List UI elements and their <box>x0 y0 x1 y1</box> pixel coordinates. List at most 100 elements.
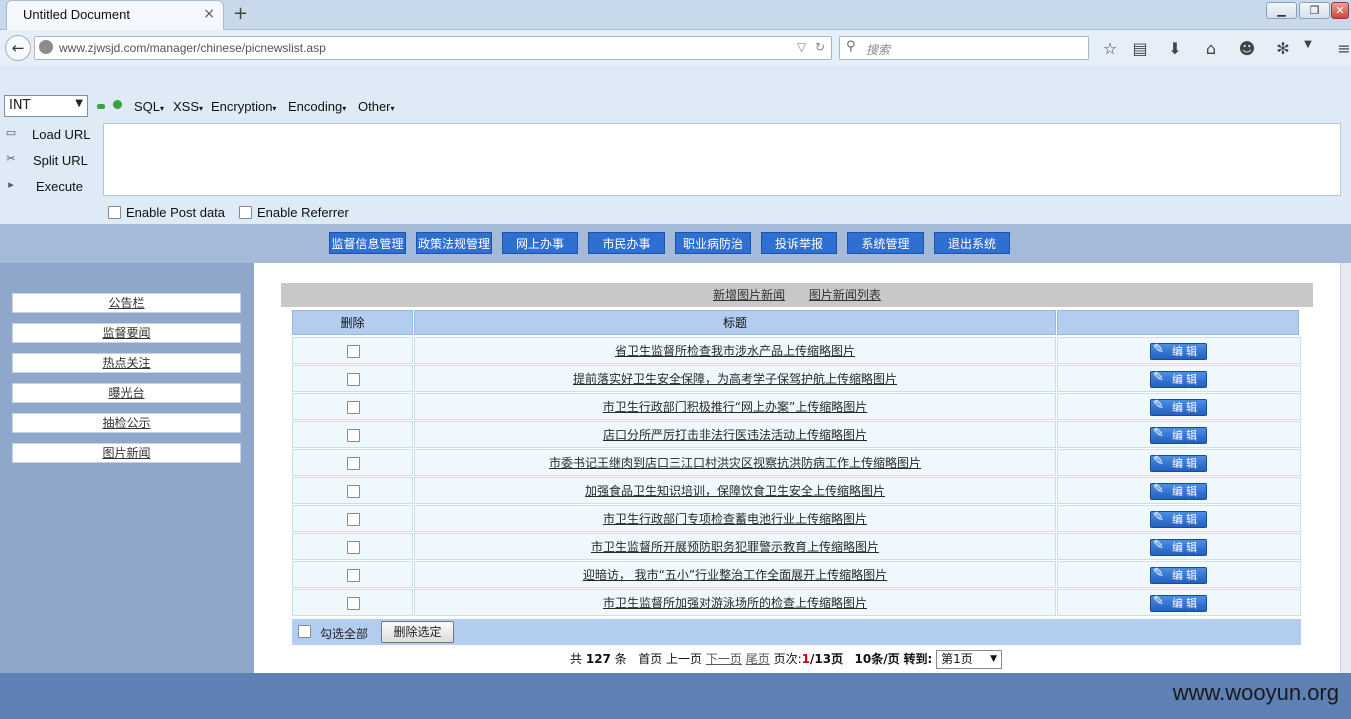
nav-supervision-info[interactable]: 监督信息管理 <box>329 232 406 254</box>
execute-label: Execute <box>36 179 83 194</box>
row-title-link[interactable]: 省卫生监督所检查我市涉水产品上传缩略图片 <box>414 337 1056 364</box>
row-checkbox[interactable] <box>347 429 360 442</box>
execute-button[interactable]: ▸ Execute <box>0 176 100 198</box>
row-title-link[interactable]: 市卫生监督所开展预防职务犯罪警示教育上传缩略图片 <box>414 533 1056 560</box>
chat-icon[interactable]: ☻ <box>1236 39 1258 58</box>
edit-button[interactable]: ✎ 编辑 <box>1150 342 1207 360</box>
url-bar[interactable]: www.zjwsjd.com/manager/chinese/picnewsli… <box>34 36 832 60</box>
url-text[interactable]: www.zjwsjd.com/manager/chinese/picnewsli… <box>59 41 326 55</box>
tab-close-icon[interactable]: × <box>203 6 215 22</box>
encoding-menu[interactable]: Encoding▾ <box>288 99 346 114</box>
row-checkbox[interactable] <box>347 457 360 470</box>
checkbox-box[interactable] <box>239 206 252 219</box>
caret-icon: ▾ <box>342 104 347 113</box>
action-links-bar: 新增图片新闻 图片新闻列表 <box>281 283 1313 307</box>
load-url-label: Load URL <box>32 127 91 142</box>
nav-policy-regulations[interactable]: 政策法规管理 <box>416 232 492 254</box>
picture-news-list-link[interactable]: 图片新闻列表 <box>809 288 881 302</box>
select-all-checkbox[interactable] <box>298 625 311 638</box>
extension-bug-icon[interactable]: ✻ <box>1272 39 1294 58</box>
row-title-link[interactable]: 店口分所严厉打击非法行医违法活动上传缩略图片 <box>414 421 1056 448</box>
row-title-link[interactable]: 提前落实好卫生安全保障，为高考学子保驾护航上传缩略图片 <box>414 365 1056 392</box>
total-prefix: 共 <box>570 652 583 666</box>
row-title-link[interactable]: 迎暗访， 我市“五小”行业整治工作全面展开上传缩略图片 <box>414 561 1056 588</box>
next-page-link[interactable]: 下一页 <box>706 652 742 666</box>
row-checkbox[interactable] <box>347 513 360 526</box>
row-delete-cell <box>292 393 413 420</box>
row-title-link[interactable]: 市委书记王继肉到店口三江口村洪灾区视察抗洪防病工作上传缩略图片 <box>414 449 1056 476</box>
menu-hamburger-icon[interactable]: ≡ <box>1333 39 1351 58</box>
edit-button[interactable]: ✎ 编辑 <box>1150 370 1207 388</box>
sidebar-item-exposure[interactable]: 曝光台 <box>12 383 241 403</box>
split-url-button[interactable]: ✂ Split URL <box>0 150 100 172</box>
header-actions <box>1057 310 1299 335</box>
pagination: 共 127 条 首页 上一页 下一页 尾页 页次:1/13页 10条/页 转到:… <box>570 650 1003 669</box>
row-checkbox[interactable] <box>347 597 360 610</box>
sidebar-item-hot-topics[interactable]: 热点关注 <box>12 353 241 373</box>
edit-button[interactable]: ✎ 编辑 <box>1150 482 1207 500</box>
edit-button[interactable]: ✎ 编辑 <box>1150 594 1207 612</box>
row-checkbox[interactable] <box>347 569 360 582</box>
delete-selected-button[interactable]: 删除选定 <box>381 621 454 643</box>
goto-page-select[interactable]: 第1页 ▼ <box>936 650 1003 669</box>
close-window-button[interactable]: ✕ <box>1331 2 1349 19</box>
browser-tab[interactable]: Untitled Document × <box>6 0 224 30</box>
sidebar-item-inspection[interactable]: 抽检公示 <box>12 413 241 433</box>
table-row: 市卫生行政部门积极推行“网上办案”上传缩略图片 ✎ 编辑 <box>292 393 1301 421</box>
row-checkbox[interactable] <box>347 345 360 358</box>
reader-list-icon[interactable]: ▤ <box>1129 39 1151 58</box>
url-dropdown-icon[interactable]: ▽ <box>797 40 806 54</box>
nav-logout[interactable]: 退出系统 <box>934 232 1010 254</box>
enable-post-data-checkbox[interactable]: Enable Post data <box>108 205 225 220</box>
checkbox-box[interactable] <box>108 206 121 219</box>
increase-icon[interactable] <box>113 100 122 109</box>
row-checkbox[interactable] <box>347 373 360 386</box>
add-picture-news-link[interactable]: 新增图片新闻 <box>713 288 785 302</box>
edit-button[interactable]: ✎ 编辑 <box>1150 510 1207 528</box>
url-textarea[interactable] <box>103 123 1341 196</box>
load-url-button[interactable]: ▭ Load URL <box>0 124 100 146</box>
sidebar-item-bulletin[interactable]: 公告栏 <box>12 293 241 313</box>
nav-citizen-services[interactable]: 市民办事 <box>588 232 665 254</box>
row-title-link[interactable]: 市卫生行政部门积极推行“网上办案”上传缩略图片 <box>414 393 1056 420</box>
row-title-link[interactable]: 加强食品卫生知识培训，保障饮食卫生安全上传缩略图片 <box>414 477 1056 504</box>
last-page-link[interactable]: 尾页 <box>746 652 770 666</box>
table-footer: 勾选全部 删除选定 <box>292 619 1301 645</box>
row-checkbox[interactable] <box>347 401 360 414</box>
row-checkbox[interactable] <box>347 485 360 498</box>
nav-occupational-disease[interactable]: 职业病防治 <box>675 232 751 254</box>
search-bar[interactable]: ⚲ 搜索 <box>839 36 1089 60</box>
hackbar-panel: INT ▼ SQL▾ XSS▾ Encryption▾ Encoding▾ Ot… <box>0 66 1351 224</box>
restore-button[interactable]: ❐ <box>1299 2 1330 19</box>
nav-complaints[interactable]: 投诉举报 <box>761 232 837 254</box>
reload-icon[interactable]: ↻ <box>815 40 825 54</box>
minimize-button[interactable]: ▁ <box>1266 2 1297 19</box>
edit-button[interactable]: ✎ 编辑 <box>1150 538 1207 556</box>
sidebar-item-supervision-news[interactable]: 监督要闻 <box>12 323 241 343</box>
table-body: 省卫生监督所检查我市涉水产品上传缩略图片 ✎ 编辑 提前落实好卫生安全保障，为高考学子… <box>292 337 1301 617</box>
scrollbar[interactable] <box>1340 263 1351 673</box>
xss-menu[interactable]: XSS▾ <box>173 99 203 114</box>
edit-button[interactable]: ✎ 编辑 <box>1150 454 1207 472</box>
nav-system-management[interactable]: 系统管理 <box>847 232 924 254</box>
home-icon[interactable]: ⌂ <box>1200 39 1222 58</box>
enable-referrer-checkbox[interactable]: Enable Referrer <box>239 205 349 220</box>
decrease-icon[interactable] <box>97 104 105 109</box>
encryption-menu[interactable]: Encryption▾ <box>211 99 276 114</box>
back-arrow-icon[interactable]: ← <box>5 35 31 61</box>
chevron-down-icon[interactable]: ▼ <box>1297 39 1319 50</box>
type-select[interactable]: INT ▼ <box>4 95 88 117</box>
new-tab-button[interactable]: + <box>233 3 248 24</box>
edit-button[interactable]: ✎ 编辑 <box>1150 426 1207 444</box>
sql-menu[interactable]: SQL▾ <box>134 99 164 114</box>
download-arrow-icon[interactable]: ⬇ <box>1164 39 1186 58</box>
bookmark-star-icon[interactable]: ☆ <box>1099 39 1121 58</box>
row-checkbox[interactable] <box>347 541 360 554</box>
edit-button[interactable]: ✎ 编辑 <box>1150 398 1207 416</box>
row-title-link[interactable]: 市卫生行政部门专项检查蓄电池行业上传缩略图片 <box>414 505 1056 532</box>
nav-online-services[interactable]: 网上办事 <box>502 232 578 254</box>
edit-button[interactable]: ✎ 编辑 <box>1150 566 1207 584</box>
other-menu[interactable]: Other▾ <box>358 99 395 114</box>
row-title-link[interactable]: 市卫生监督所加强对游泳场所的检查上传缩略图片 <box>414 589 1056 616</box>
sidebar-item-picture-news[interactable]: 图片新闻 <box>12 443 241 463</box>
